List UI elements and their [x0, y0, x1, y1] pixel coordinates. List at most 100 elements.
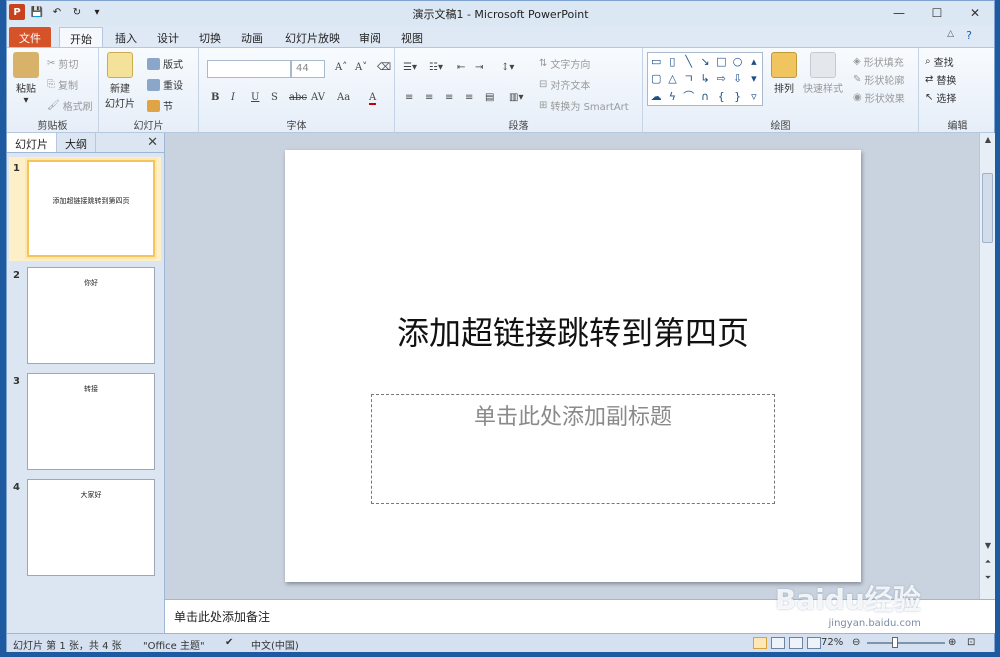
reading-view-icon[interactable]	[789, 637, 803, 649]
reset-button[interactable]: 重设	[147, 77, 183, 92]
rectangle-shape-icon[interactable]: □	[713, 53, 729, 70]
paste-button[interactable]: 粘贴 ▾	[13, 52, 39, 106]
gallery-down-icon[interactable]: ▾	[746, 70, 762, 87]
zoom-slider[interactable]	[867, 642, 945, 644]
rounded-rect-shape-icon[interactable]: ▢	[648, 70, 664, 87]
bullets-icon[interactable]: ☰▾	[403, 62, 417, 73]
strikethrough-button[interactable]: abc	[289, 92, 307, 103]
normal-view-icon[interactable]	[753, 637, 767, 649]
tab-design[interactable]: 设计	[147, 27, 189, 47]
cut-button[interactable]: ✂ 剪切	[47, 56, 78, 71]
theme-name[interactable]: "Office 主题"	[143, 637, 205, 652]
quick-styles-button[interactable]: 快速样式	[803, 52, 843, 95]
vtextbox-shape-icon[interactable]: ▯	[664, 53, 680, 70]
section-button[interactable]: 节	[147, 98, 173, 113]
vertical-scrollbar[interactable]: ▲ ▼ ⏶ ⏷	[979, 133, 995, 599]
gallery-more-icon[interactable]: ▿	[746, 88, 762, 105]
slide-sorter-icon[interactable]	[771, 637, 785, 649]
scroll-up-icon[interactable]: ▲	[980, 135, 996, 144]
find-button[interactable]: ⌕ 查找	[925, 54, 954, 69]
tab-home[interactable]: 开始	[59, 27, 103, 47]
current-slide[interactable]: 添加超链接跳转到第四页 单击此处添加副标题	[285, 150, 861, 582]
distributed-icon[interactable]: ▤	[485, 92, 494, 103]
zoom-slider-handle[interactable]	[892, 637, 898, 648]
elbow-shape-icon[interactable]: ㄱ	[681, 70, 697, 87]
italic-button[interactable]: I	[231, 92, 235, 103]
slide-thumbnail-2[interactable]: 你好	[27, 267, 155, 364]
tab-transitions[interactable]: 切换	[189, 27, 231, 47]
select-button[interactable]: ↖ 选择	[925, 90, 956, 105]
next-slide-icon[interactable]: ⏷	[980, 573, 996, 583]
shape-effects-button[interactable]: ◉ 形状效果	[853, 90, 905, 105]
justify-icon[interactable]: ≡	[465, 92, 473, 103]
line-shape-icon[interactable]: ╲	[681, 53, 697, 70]
arrow-line-shape-icon[interactable]: ↘	[697, 53, 713, 70]
help-icon[interactable]: ?	[966, 29, 972, 42]
font-color-button[interactable]: A	[369, 92, 377, 105]
oval-shape-icon[interactable]: ○	[729, 53, 745, 70]
cloud-shape-icon[interactable]: ☁	[648, 88, 664, 105]
shadow-button[interactable]: S	[271, 92, 278, 103]
language-indicator[interactable]: 中文(中国)	[251, 637, 299, 652]
align-right-icon[interactable]: ≡	[445, 92, 453, 103]
arc-shape-icon[interactable]: ⌒	[681, 88, 697, 105]
close-panel-icon[interactable]: ✕	[147, 135, 158, 150]
format-painter-button[interactable]: 🖌 格式刷	[47, 98, 93, 113]
clear-format-icon[interactable]: ⌫	[377, 62, 391, 73]
align-text-button[interactable]: ⊟ 对齐文本	[539, 77, 590, 92]
minimize-icon[interactable]: —	[880, 1, 918, 25]
slideshow-view-icon[interactable]	[807, 637, 821, 649]
layout-button[interactable]: 版式	[147, 56, 183, 71]
tab-outline-panel[interactable]: 大纲	[57, 133, 96, 152]
slide-thumbnail-1[interactable]: 添加超链接跳转到第四页	[27, 160, 155, 257]
close-window-icon[interactable]: ✕	[956, 1, 994, 25]
change-case-button[interactable]: Aa	[337, 92, 350, 103]
line-spacing-icon[interactable]: ↕▾	[501, 62, 514, 73]
right-arrow-shape-icon[interactable]: ⇨	[713, 70, 729, 87]
shapes-gallery[interactable]: ▭ ▯ ╲ ↘ □ ○ ▴ ▢ △ ㄱ ↳ ⇨ ⇩ ▾ ☁ ϟ ⌒ ∩{} ▿	[647, 52, 763, 106]
tab-slides-panel[interactable]: 幻灯片	[7, 133, 57, 152]
right-brace-shape-icon[interactable]: }	[729, 88, 745, 105]
decrease-indent-icon[interactable]: ⇤	[457, 62, 465, 73]
spell-check-icon[interactable]: ✔	[225, 637, 233, 648]
font-size-select[interactable]: 44	[291, 60, 325, 78]
text-direction-button[interactable]: ⇅ 文字方向	[539, 56, 590, 71]
align-left-icon[interactable]: ≡	[405, 92, 413, 103]
font-name-select[interactable]	[207, 60, 291, 78]
textbox-shape-icon[interactable]: ▭	[648, 53, 664, 70]
maximize-icon[interactable]: ☐	[918, 1, 956, 25]
down-arrow-shape-icon[interactable]: ⇩	[729, 70, 745, 87]
tab-animations[interactable]: 动画	[231, 27, 273, 47]
elbow-arrow-shape-icon[interactable]: ↳	[697, 70, 713, 87]
slide-thumbnail-4[interactable]: 大家好	[27, 479, 155, 576]
zoom-out-icon[interactable]: ⊖	[852, 637, 860, 648]
triangle-shape-icon[interactable]: △	[664, 70, 680, 87]
fit-to-window-icon[interactable]: ⊡	[967, 637, 975, 648]
shrink-font-icon[interactable]: A˅	[355, 62, 367, 73]
underline-button[interactable]: U	[251, 92, 259, 103]
arrange-button[interactable]: 排列	[771, 52, 797, 95]
tab-slideshow[interactable]: 幻灯片放映	[275, 27, 350, 47]
zoom-level[interactable]: 72%	[821, 637, 843, 648]
zoom-in-icon[interactable]: ⊕	[948, 637, 956, 648]
curve-shape-icon[interactable]: ∩	[697, 88, 713, 105]
shape-outline-button[interactable]: ✎ 形状轮廓	[853, 72, 904, 87]
lightning-shape-icon[interactable]: ϟ	[664, 88, 680, 105]
shape-fill-button[interactable]: ◈ 形状填充	[853, 54, 904, 69]
gallery-up-icon[interactable]: ▴	[746, 53, 762, 70]
bold-button[interactable]: B	[211, 92, 219, 103]
tab-file[interactable]: 文件	[9, 27, 51, 47]
subtitle-placeholder-box[interactable]: 单击此处添加副标题	[371, 394, 775, 504]
tab-view[interactable]: 视图	[391, 27, 433, 47]
convert-smartart-button[interactable]: ⊞ 转换为 SmartArt	[539, 98, 629, 113]
new-slide-button[interactable]: 新建 幻灯片	[105, 52, 135, 110]
scroll-thumb[interactable]	[982, 173, 993, 243]
scroll-down-icon[interactable]: ▼	[980, 541, 996, 550]
columns-icon[interactable]: ▥▾	[509, 92, 523, 103]
previous-slide-icon[interactable]: ⏶	[980, 557, 996, 567]
minimize-ribbon-icon[interactable]: △	[947, 29, 954, 39]
align-center-icon[interactable]: ≡	[425, 92, 433, 103]
char-spacing-button[interactable]: AV	[311, 92, 325, 103]
slide-title-text[interactable]: 添加超链接跳转到第四页	[285, 308, 861, 354]
tab-insert[interactable]: 插入	[105, 27, 147, 47]
